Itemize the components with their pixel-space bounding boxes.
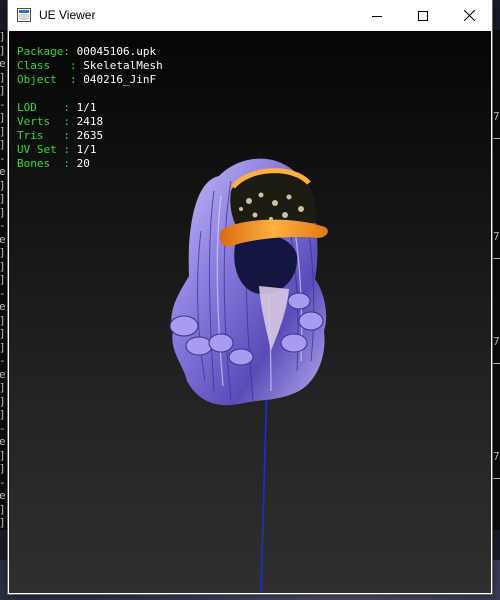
title-bar[interactable]: UE Viewer xyxy=(8,0,492,31)
console-line: e xyxy=(0,232,6,246)
console-line: ] xyxy=(0,449,8,463)
console-line: e xyxy=(0,367,6,381)
object-value: 040216_JinF xyxy=(83,73,157,86)
console-line: ] xyxy=(0,192,8,206)
console-line: - xyxy=(0,354,8,368)
uvset-label: UV Set xyxy=(17,143,57,156)
bones-value: 20 xyxy=(76,157,90,170)
mesh-info-panel: Package: 00045106.upk Class : SkeletalMe… xyxy=(17,45,163,170)
console-line: ] xyxy=(0,341,8,355)
console-line: e xyxy=(0,489,6,502)
console-line: ] xyxy=(0,179,8,193)
console-line: - xyxy=(0,476,8,490)
maximize-button[interactable] xyxy=(400,0,446,31)
console-line: ] xyxy=(0,44,8,58)
lod-label: LOD xyxy=(17,101,37,114)
close-button[interactable] xyxy=(446,0,492,31)
app-icon xyxy=(17,8,31,22)
console-line: e xyxy=(0,435,6,448)
background-console-right: 7 7 7 7 xyxy=(492,30,500,530)
console-line: ] xyxy=(0,206,8,220)
console-line: ] xyxy=(0,273,8,287)
tris-label: Tris xyxy=(17,129,44,142)
console-line: ] xyxy=(0,516,8,530)
console-line: ] xyxy=(0,395,8,409)
console-line: ] xyxy=(0,327,8,341)
verts-value: 2418 xyxy=(76,115,104,128)
class-label: Class xyxy=(17,59,51,72)
bones-label: Bones xyxy=(17,157,51,170)
console-line: ] xyxy=(0,84,8,98)
console-mark: 7 xyxy=(493,450,500,463)
tris-value: 2635 xyxy=(76,129,104,142)
bone-line xyxy=(260,380,268,593)
uvset-value: 1/1 xyxy=(76,143,97,156)
console-line: - xyxy=(0,152,8,166)
console-line: ] xyxy=(0,125,8,139)
console-line: ] xyxy=(0,381,8,395)
console-line: ] xyxy=(0,138,8,152)
console-line: - xyxy=(0,287,8,301)
console-mark: 7 xyxy=(493,230,500,243)
console-dash xyxy=(493,258,500,259)
console-line: e xyxy=(0,300,6,313)
console-mark: 7 xyxy=(493,110,500,123)
3d-viewport[interactable]: Package: 00045106.upk Class : SkeletalMe… xyxy=(9,31,491,593)
verts-label: Verts xyxy=(17,115,51,128)
lod-value: 1/1 xyxy=(76,101,97,114)
minimize-button[interactable] xyxy=(354,0,400,31)
console-line: ] xyxy=(0,503,8,517)
console-dash xyxy=(493,138,500,139)
console-line: ] xyxy=(0,462,8,476)
console-line: ] xyxy=(0,260,8,274)
console-dash xyxy=(493,478,500,479)
console-line: ] xyxy=(0,408,8,422)
console-line: ] xyxy=(0,30,8,44)
close-icon xyxy=(463,10,475,21)
window-title: UE Viewer xyxy=(39,8,96,22)
console-line: ] xyxy=(0,71,8,85)
ue-viewer-window: UE Viewer Package: 00045106.upk Class: … xyxy=(8,0,492,594)
console-line: ] xyxy=(0,314,8,328)
console-line: - xyxy=(0,98,8,112)
console-line: ] xyxy=(0,246,8,260)
package-value: 00045106.upk xyxy=(76,45,157,58)
background-console-left: ]]e]]-]]]-e]]]-e]]]-e]]]-e]]]-e]]-e]] xyxy=(0,30,8,530)
console-line: - xyxy=(0,422,8,436)
object-label: Object xyxy=(17,73,57,86)
minimize-icon xyxy=(372,15,382,17)
maximize-icon xyxy=(418,10,428,21)
console-line: - xyxy=(0,219,8,233)
console-line: e xyxy=(0,57,6,70)
class-value: SkeletalMesh xyxy=(83,59,163,72)
package-label: Package xyxy=(17,45,64,58)
console-dash xyxy=(493,363,500,364)
console-mark: 7 xyxy=(493,335,500,348)
console-line: e xyxy=(0,165,6,178)
console-line: ] xyxy=(0,111,8,125)
